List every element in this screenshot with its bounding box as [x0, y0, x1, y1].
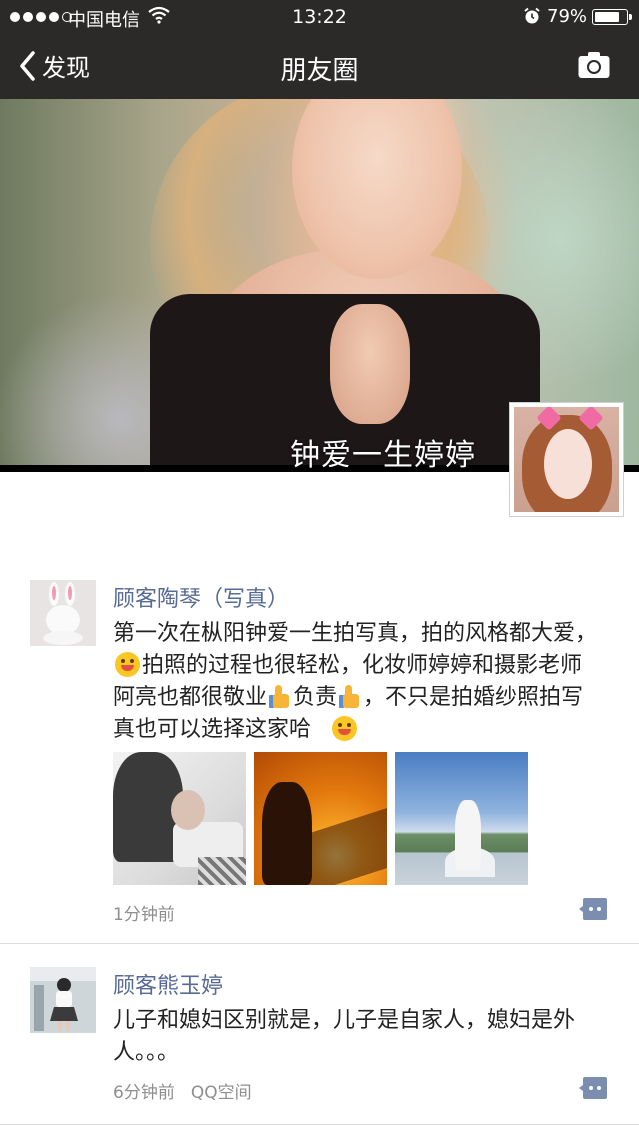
- grin-emoji: [332, 716, 358, 741]
- moment-post: 顾客熊玉婷 儿子和媳妇区别就是，儿子是自家人，媳妇是外人。。。 6分钟前 QQ空…: [0, 967, 639, 1127]
- battery-percentage: 79%: [547, 6, 588, 27]
- post-meta: 6分钟前 QQ空间: [113, 1078, 252, 1103]
- status-bar: 中国电信 13:22 79%: [0, 0, 639, 34]
- thumbs-up-emoji: [269, 684, 291, 709]
- comment-icon[interactable]: [579, 898, 607, 920]
- navigation-bar: 发现 朋友圈: [0, 34, 639, 99]
- post-author-name[interactable]: 顾客陶琴（写真）: [113, 581, 289, 613]
- page-title: 朋友圈: [280, 56, 359, 86]
- post-text-part: 第一次在枞阳钟爱一生拍写真，拍的风格都大爱，: [113, 621, 598, 646]
- post-text: 儿子和媳妇区别就是，儿子是自家人，媳妇是外人。。。: [113, 1008, 576, 1065]
- tongue-wink-emoji: [115, 652, 140, 677]
- profile-name: 钟爱一生婷婷: [290, 438, 476, 473]
- post-time: 6分钟前: [113, 1083, 175, 1103]
- camera-icon[interactable]: [577, 50, 611, 80]
- post-source[interactable]: QQ空间: [191, 1078, 252, 1103]
- post-text-part: 负责: [293, 685, 338, 710]
- alarm-icon: [524, 7, 540, 24]
- top-bar: 中国电信 13:22 79% 发现 朋友圈: [0, 0, 639, 99]
- battery-fill: [595, 12, 619, 22]
- post-time: 1分钟前: [113, 905, 175, 925]
- post-divider: [0, 1124, 639, 1125]
- post-author-name[interactable]: 顾客熊玉婷: [113, 968, 223, 1000]
- post-image[interactable]: [254, 752, 387, 885]
- post-image-grid: [113, 752, 528, 885]
- clock: 13:22: [292, 6, 347, 28]
- profile-avatar[interactable]: [509, 402, 624, 517]
- moments-screen: 中国电信 13:22 79% 发现 朋友圈 钟爱一生婷婷 顾客陶琴（写真） 第一…: [0, 0, 639, 1136]
- post-divider: [0, 943, 639, 944]
- thumbs-up-emoji: [339, 684, 361, 709]
- post-meta: 1分钟前: [113, 900, 175, 925]
- moment-post: 顾客陶琴（写真） 第一次在枞阳钟爱一生拍写真，拍的风格都大爱，拍照的过程也很轻松…: [0, 580, 639, 943]
- post-text: 第一次在枞阳钟爱一生拍写真，拍的风格都大爱，拍照的过程也很轻松，化妆师婷婷和摄影…: [113, 618, 603, 746]
- post-author-avatar[interactable]: [30, 967, 96, 1033]
- battery-icon: [592, 9, 632, 25]
- comment-icon[interactable]: [579, 1077, 607, 1099]
- post-image[interactable]: [113, 752, 246, 885]
- post-author-avatar[interactable]: [30, 580, 96, 646]
- post-image[interactable]: [395, 752, 528, 885]
